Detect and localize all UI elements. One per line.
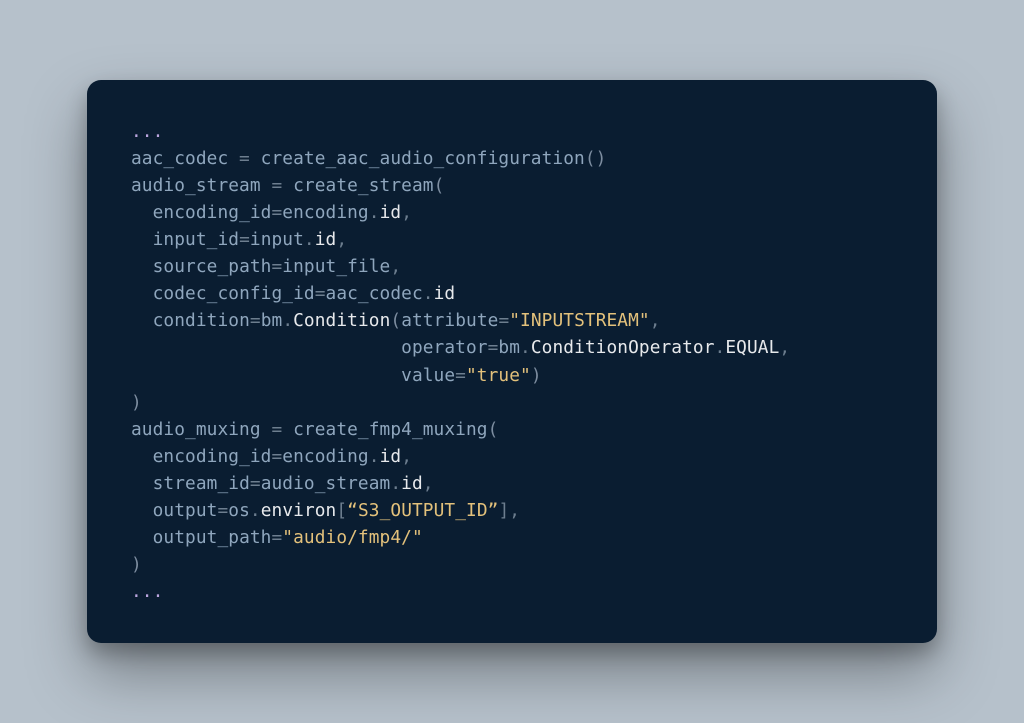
param-codec-config-id: codec_config_id [153,283,315,304]
param-condition: condition [153,310,250,331]
string-true: "true" [466,365,531,386]
page-background: ... aac_codec = create_aac_audio_configu… [0,0,1024,723]
param-stream-id: stream_id [153,473,250,494]
string-s3-output-id: “S3_OUTPUT_ID” [347,500,498,521]
ident-aac-codec: aac_codec [131,148,228,169]
param-input-id: input_id [153,229,239,250]
fn-create-fmp4-muxing: create_fmp4_muxing [293,419,488,440]
code-card: ... aac_codec = create_aac_audio_configu… [87,80,937,643]
code-block[interactable]: ... aac_codec = create_aac_audio_configu… [131,118,905,605]
param-source-path: source_path [153,256,272,277]
fn-create-aac: create_aac_audio_configuration [261,148,585,169]
param-output-path: output_path [153,527,272,548]
string-audio-fmp4: "audio/fmp4/" [282,527,422,548]
fn-create-stream: create_stream [293,175,433,196]
ident-audio-muxing: audio_muxing [131,419,261,440]
string-inputstream: "INPUTSTREAM" [509,310,649,331]
ellipsis-top: ... [131,121,163,142]
param-output: output [153,500,218,521]
ident-audio-stream: audio_stream [131,175,261,196]
param-encoding-id-2: encoding_id [153,446,272,467]
ellipsis-bottom: ... [131,581,163,602]
param-encoding-id: encoding_id [153,202,272,223]
